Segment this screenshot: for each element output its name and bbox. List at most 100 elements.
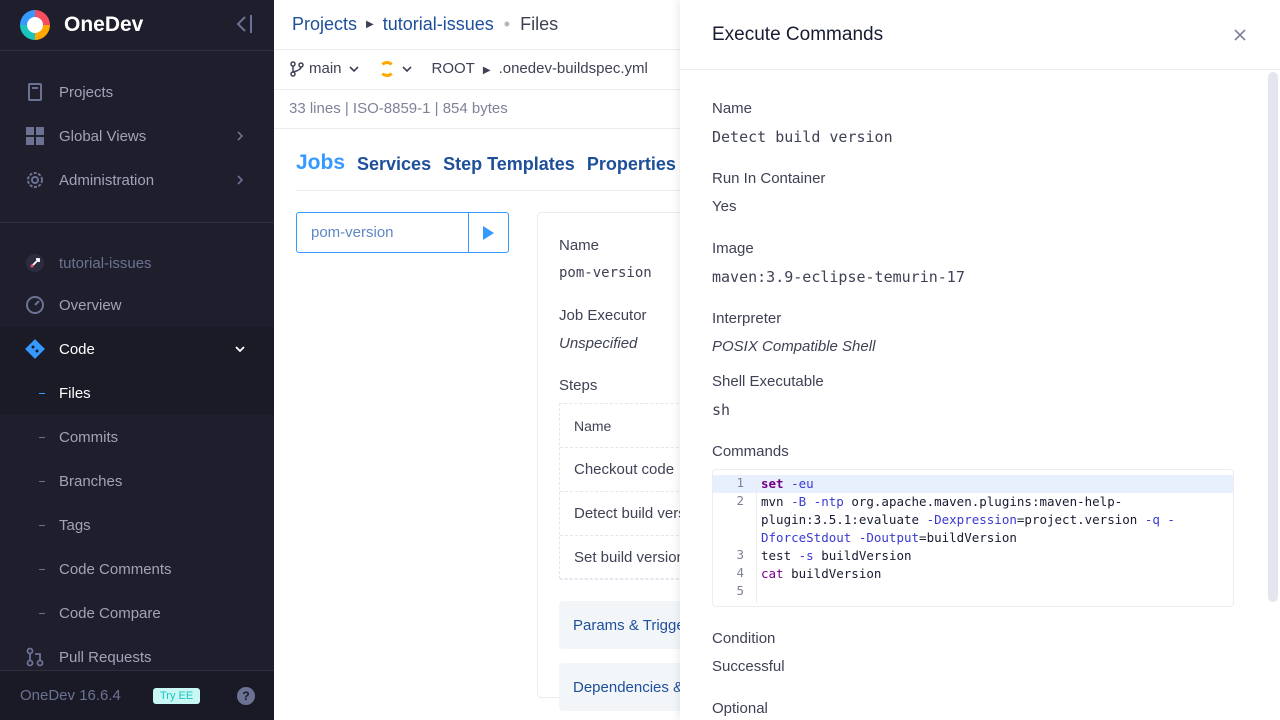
help-icon[interactable]: ? <box>237 687 255 705</box>
step-row-set-version[interactable]: Set build version <box>560 536 699 580</box>
nav-pull-requests-label: Pull Requests <box>59 648 152 666</box>
nav-code-tags[interactable]: Tags <box>0 503 274 547</box>
step-row-checkout[interactable]: Checkout code <box>560 448 699 492</box>
code-line: 3 test -s buildVersion <box>713 547 1233 565</box>
loading-spinner-icon <box>378 60 395 77</box>
step-name-value: Detect build version <box>712 128 893 146</box>
tab-jobs[interactable]: Jobs <box>296 151 345 175</box>
line-number: 4 <box>713 565 757 583</box>
nav-projects-label: Projects <box>59 83 114 101</box>
nav-code-compare[interactable]: Code Compare <box>0 591 274 635</box>
line-number: 5 <box>713 583 757 603</box>
sidebar-divider <box>0 50 274 51</box>
job-executor-value: Unspecified <box>559 335 638 352</box>
breadcrumb-arrow-icon: ▶ <box>366 19 374 30</box>
drawer-scrollbar[interactable] <box>1268 72 1278 602</box>
steps-table-header: Name <box>560 404 699 448</box>
rocket-icon <box>26 254 44 272</box>
nav-code-files-label: Files <box>59 384 91 402</box>
chevron-down-icon[interactable] <box>348 64 359 74</box>
project-header[interactable]: tutorial-issues <box>0 241 274 285</box>
bullet-dash <box>39 568 45 570</box>
drawer-header: Execute Commands <box>680 0 1280 70</box>
breadcrumb-dot: • <box>503 14 511 34</box>
breadcrumb-page: Files <box>520 14 559 34</box>
tab-properties[interactable]: Properties <box>587 154 676 175</box>
code-text: test -s buildVersion <box>761 548 912 563</box>
shell-executable-value: sh <box>712 401 731 419</box>
file-info: 33 lines | ISO-8859-1 | 854 bytes <box>289 100 508 117</box>
play-icon <box>483 225 494 240</box>
try-ee-badge[interactable]: Try EE <box>153 688 201 704</box>
breadcrumb-project[interactable]: tutorial-issues <box>383 14 494 35</box>
nav-administration[interactable]: Administration <box>0 158 274 202</box>
nav-code-comments-label: Code Comments <box>59 560 172 578</box>
nav-code[interactable]: Code <box>0 327 274 371</box>
pull-request-icon <box>26 647 44 667</box>
nav-overview-label: Overview <box>59 296 122 314</box>
chevron-right-icon <box>237 175 244 185</box>
project-name: tutorial-issues <box>59 254 152 272</box>
collapse-sidebar-icon[interactable] <box>234 13 254 35</box>
code-text: cat buildVersion <box>761 566 882 581</box>
chevron-down-icon[interactable] <box>401 64 412 74</box>
brand[interactable]: OneDev <box>0 0 274 50</box>
bullet-dash <box>39 524 45 526</box>
tab-services[interactable]: Services <box>357 154 431 175</box>
code-line: 5 <box>713 583 1233 603</box>
nav-code-label: Code <box>59 340 95 358</box>
nav-code-branches-label: Branches <box>59 472 123 490</box>
chevron-right-icon <box>237 131 244 141</box>
chevron-down-icon <box>235 346 245 353</box>
nav-code-files[interactable]: Files <box>0 371 274 415</box>
sidebar-footer: OneDev 16.6.4 Try EE ? <box>0 670 274 720</box>
nav-code-commits-label: Commits <box>59 428 119 446</box>
execute-commands-drawer: Execute Commands Name Detect build versi… <box>680 0 1280 720</box>
commands-label: Commands <box>712 443 789 460</box>
nav-code-comments[interactable]: Code Comments <box>0 547 274 591</box>
breadcrumb-projects[interactable]: Projects <box>292 14 357 35</box>
nav-code-branches[interactable]: Branches <box>0 459 274 503</box>
line-number: 2 <box>713 493 757 547</box>
job-selector-value[interactable]: pom-version <box>297 224 468 241</box>
line-number: 3 <box>713 547 757 565</box>
interpreter-value: POSIX Compatible Shell <box>712 338 876 355</box>
code-line: 4 cat buildVersion <box>713 565 1233 583</box>
nav-overview[interactable]: Overview <box>0 283 274 327</box>
bullet-dash <box>39 436 45 438</box>
sidebar-divider <box>0 222 274 223</box>
params-triggers-section[interactable]: Params & Triggers <box>559 601 699 649</box>
tabs-divider <box>296 190 696 191</box>
path-arrow-icon: ▶ <box>482 65 491 76</box>
dependencies-section[interactable]: Dependencies & Jobs <box>559 663 699 711</box>
code-line: 1 set -eu <box>713 475 1233 493</box>
brand-name: OneDev <box>64 13 144 36</box>
run-job-button[interactable] <box>468 213 508 252</box>
image-label: Image <box>712 240 754 257</box>
job-name-value: pom-version <box>559 265 652 281</box>
job-selector[interactable]: pom-version <box>296 212 509 253</box>
bullet-dash <box>39 480 45 482</box>
code-text: mvn -B -ntp org.apache.maven.plugins:mav… <box>761 494 1175 545</box>
nav-projects[interactable]: Projects <box>0 70 274 114</box>
branch-selector[interactable]: main <box>309 60 342 77</box>
bullet-dash <box>39 392 45 394</box>
nav-code-commits[interactable]: Commits <box>0 415 274 459</box>
job-name-label: Name <box>559 237 600 254</box>
path-root[interactable]: ROOT <box>432 60 475 77</box>
bullet-dash <box>39 612 45 614</box>
tab-step-templates[interactable]: Step Templates <box>443 154 575 175</box>
onedev-logo-icon <box>20 10 50 40</box>
close-icon[interactable] <box>1232 27 1248 43</box>
path-file: .onedev-buildspec.yml <box>498 60 648 77</box>
optional-label: Optional <box>712 700 768 717</box>
code-text: set -eu <box>761 476 814 491</box>
git-diamond-icon <box>25 339 45 359</box>
drawer-title: Execute Commands <box>712 24 884 45</box>
interpreter-label: Interpreter <box>712 310 782 327</box>
gauge-icon <box>26 296 44 314</box>
branch-icon <box>290 60 304 77</box>
nav-global-views[interactable]: Global Views <box>0 114 274 158</box>
step-name-label: Name <box>712 100 753 117</box>
step-row-detect-version[interactable]: Detect build version <box>560 492 699 536</box>
